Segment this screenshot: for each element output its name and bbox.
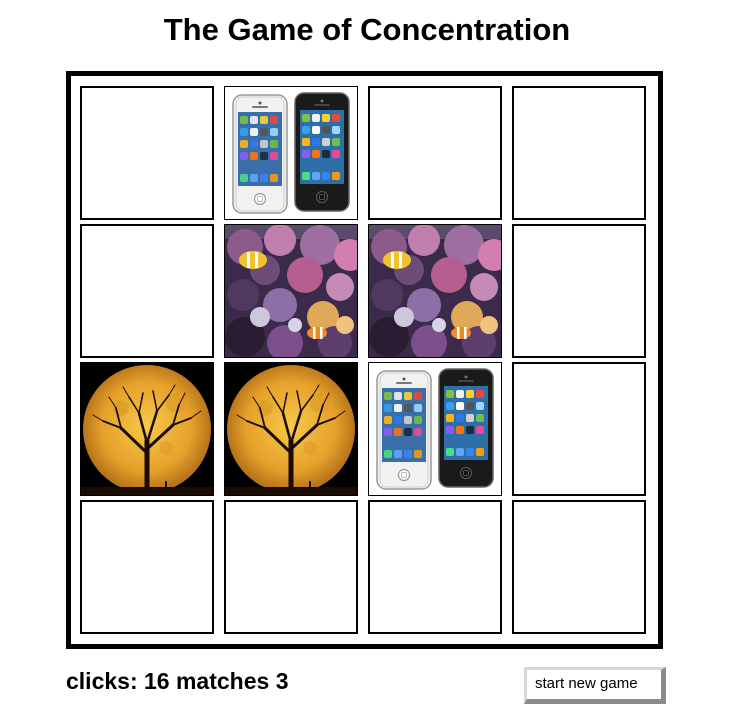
card-0[interactable]	[80, 86, 214, 220]
card-9[interactable]	[224, 362, 358, 496]
start-new-game-button[interactable]: start new game	[524, 667, 666, 704]
score-status: clicks: 16 matches 3	[66, 667, 289, 695]
card-14[interactable]	[368, 500, 502, 634]
clicks-label: clicks:	[66, 668, 138, 694]
card-2[interactable]	[368, 86, 502, 220]
card-6[interactable]	[368, 224, 502, 358]
full-moon-tree-image	[81, 363, 213, 495]
iphone-image	[369, 363, 501, 495]
game-board	[66, 71, 663, 649]
card-1[interactable]	[224, 86, 358, 220]
card-13[interactable]	[224, 500, 358, 634]
card-11[interactable]	[512, 362, 646, 496]
clicks-count: 16	[144, 668, 170, 694]
card-3[interactable]	[512, 86, 646, 220]
card-7[interactable]	[512, 224, 646, 358]
card-10[interactable]	[368, 362, 502, 496]
card-4[interactable]	[80, 224, 214, 358]
iphone-image	[225, 87, 357, 219]
coral-reef-image	[225, 225, 357, 357]
matches-label: matches	[175, 668, 270, 694]
card-8[interactable]	[80, 362, 214, 496]
card-15[interactable]	[512, 500, 646, 634]
page-title: The Game of Concentration	[163, 12, 571, 47]
card-12[interactable]	[80, 500, 214, 634]
matches-count: 3	[275, 668, 289, 694]
full-moon-tree-image	[225, 363, 357, 495]
coral-reef-image	[369, 225, 501, 357]
card-5[interactable]	[224, 224, 358, 358]
